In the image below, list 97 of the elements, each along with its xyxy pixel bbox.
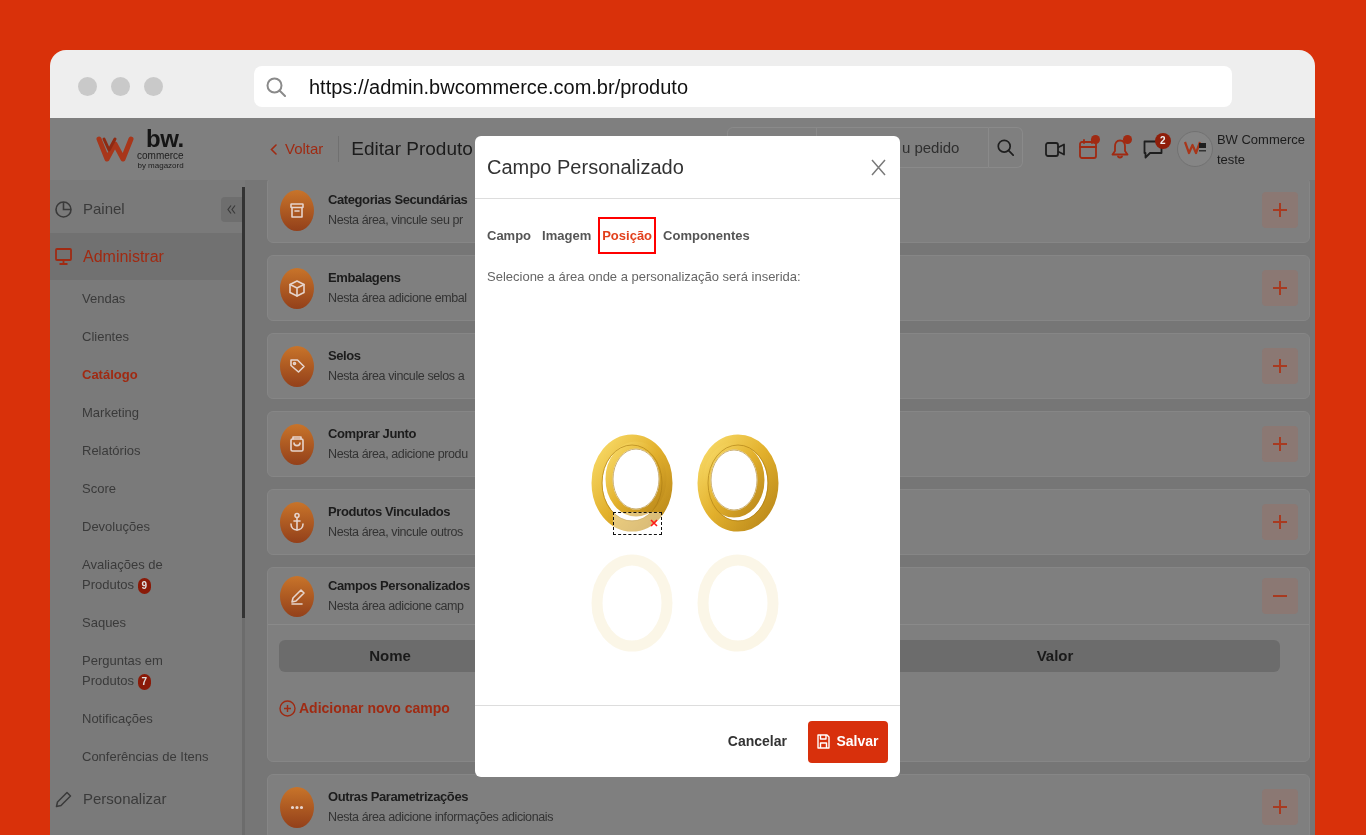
- search-field[interactable]: u pedido: [726, 127, 989, 168]
- column-header: Valor: [1035, 645, 1075, 666]
- logo-text: bw.: [146, 128, 184, 150]
- sidebar-item[interactable]: Clientes: [82, 318, 213, 356]
- chevron-left-icon: [270, 143, 277, 155]
- sidebar-item[interactable]: Avaliações de Produtos 9: [82, 546, 213, 604]
- sidebar-item[interactable]: Notificações: [82, 700, 213, 738]
- cancel-button[interactable]: Cancelar: [719, 720, 795, 763]
- card-description: Nesta área, adicione produ: [328, 446, 468, 463]
- card-title: Produtos Vinculados: [328, 503, 452, 521]
- plus-icon: [1273, 437, 1287, 451]
- user-role: teste: [1216, 151, 1247, 169]
- card-description: Nesta área, vincule seu pr: [328, 212, 464, 229]
- page-title: Editar Produto: [351, 136, 473, 161]
- tab[interactable]: Campo: [483, 217, 536, 254]
- plus-icon: [1273, 515, 1287, 529]
- bell-icon[interactable]: [1110, 139, 1129, 159]
- floppy-disk-icon: [817, 734, 831, 749]
- instruction-text: Selecione a área onde a personalização será inserida:: [486, 268, 802, 286]
- shopping-bag-icon: [280, 423, 314, 465]
- sidebar-item[interactable]: Painel: [50, 186, 125, 233]
- tab[interactable]: Posição: [598, 217, 657, 254]
- avatar-icon[interactable]: [1176, 131, 1213, 167]
- sidebar-item[interactable]: Personalizar: [50, 776, 167, 823]
- sidebar-item[interactable]: Score: [82, 470, 213, 508]
- expand-button[interactable]: [1262, 348, 1298, 384]
- card-description: Nesta área adicione camp: [328, 598, 465, 615]
- sidebar-item[interactable]: Vendas: [82, 280, 213, 318]
- sidebar-item[interactable]: Marketing: [82, 394, 213, 432]
- pie-chart-icon: [55, 201, 72, 218]
- plus-icon: [1273, 800, 1287, 814]
- search-icon: [996, 139, 1014, 156]
- count-badge: 9: [137, 577, 151, 594]
- collapse-button[interactable]: [1262, 578, 1298, 614]
- tab[interactable]: Imagem: [538, 217, 596, 254]
- collapse-button[interactable]: [221, 197, 242, 222]
- window-control-icon[interactable]: [111, 77, 130, 96]
- video-camera-icon[interactable]: [1044, 141, 1065, 157]
- double-chevron-left-icon: [227, 205, 236, 214]
- expand-button[interactable]: [1262, 426, 1298, 462]
- sidebar-item[interactable]: Saques: [82, 604, 213, 642]
- window-control-icon[interactable]: [78, 77, 97, 96]
- sidebar-item[interactable]: Devoluções: [82, 508, 213, 546]
- plus-icon: [1273, 203, 1287, 217]
- logo-byline: by magazord: [137, 161, 184, 170]
- selection-area[interactable]: [613, 511, 662, 535]
- expand-button[interactable]: [1262, 270, 1298, 306]
- monitor-icon: [55, 248, 72, 265]
- card-title: Categorias Secundárias: [328, 191, 468, 209]
- pencil-icon: [280, 575, 314, 617]
- card-title: Comprar Junto: [328, 425, 417, 443]
- pencil-icon: [55, 791, 72, 808]
- search-button[interactable]: [988, 127, 1023, 168]
- minus-icon: [1273, 595, 1287, 597]
- tag-icon: [280, 345, 314, 387]
- card-description: Nesta área, vincule outros: [328, 524, 463, 541]
- card-description: Nesta área vincule selos a: [328, 368, 465, 385]
- expand-button[interactable]: [1262, 192, 1298, 228]
- window-control-icon[interactable]: [144, 77, 163, 96]
- count-badge: 7: [137, 673, 151, 690]
- search-icon: [266, 76, 286, 97]
- user-name: BW Commerce: [1216, 131, 1305, 149]
- plus-circle-icon: [279, 700, 296, 717]
- close-icon[interactable]: [650, 519, 658, 527]
- count-badge: 2: [1154, 132, 1171, 149]
- card-title: Outras Parametrizações: [328, 788, 470, 806]
- tab[interactable]: Componentes: [659, 217, 754, 254]
- logo-icon: [96, 135, 134, 163]
- card-title: Selos: [328, 347, 362, 365]
- card-title: Embalagens: [328, 269, 402, 287]
- back-link[interactable]: Voltar: [270, 137, 324, 161]
- close-button[interactable]: [868, 157, 888, 177]
- add-field-link[interactable]: Adicionar novo campo: [279, 698, 450, 719]
- sidebar-item[interactable]: Perguntas em Produtos 7: [82, 642, 213, 700]
- plus-icon: [1273, 281, 1287, 295]
- expand-button[interactable]: [1262, 504, 1298, 540]
- scrollbar-thumb[interactable]: [242, 187, 245, 618]
- address-bar[interactable]: https://admin.bwcommerce.com.br/produto: [254, 66, 1232, 107]
- save-button[interactable]: Salvar: [808, 720, 888, 763]
- card-description: Nesta área adicione informações adicionais: [328, 809, 553, 826]
- sidebar-item[interactable]: Conferências de Itens: [82, 738, 213, 776]
- archive-box-icon: [280, 189, 314, 231]
- ellipsis-icon: [280, 786, 314, 828]
- anchor-icon: [280, 501, 314, 543]
- expand-button[interactable]: [1262, 789, 1298, 825]
- logo-subtitle: commerce: [137, 150, 184, 161]
- column-header: Nome: [368, 645, 412, 666]
- plus-icon: [1273, 359, 1287, 373]
- card-title: Campos Personalizados: [328, 577, 470, 595]
- sidebar-item[interactable]: Relatórios: [82, 432, 213, 470]
- calendar-icon[interactable]: [1078, 139, 1097, 159]
- card-description: Nesta área adicione embal: [328, 290, 467, 307]
- cube-icon: [280, 267, 314, 309]
- close-icon: [870, 158, 886, 176]
- modal-title: Campo Personalizado: [487, 155, 684, 180]
- sidebar-item[interactable]: Catálogo: [82, 356, 213, 394]
- sidebar-item[interactable]: Administrar: [50, 233, 242, 280]
